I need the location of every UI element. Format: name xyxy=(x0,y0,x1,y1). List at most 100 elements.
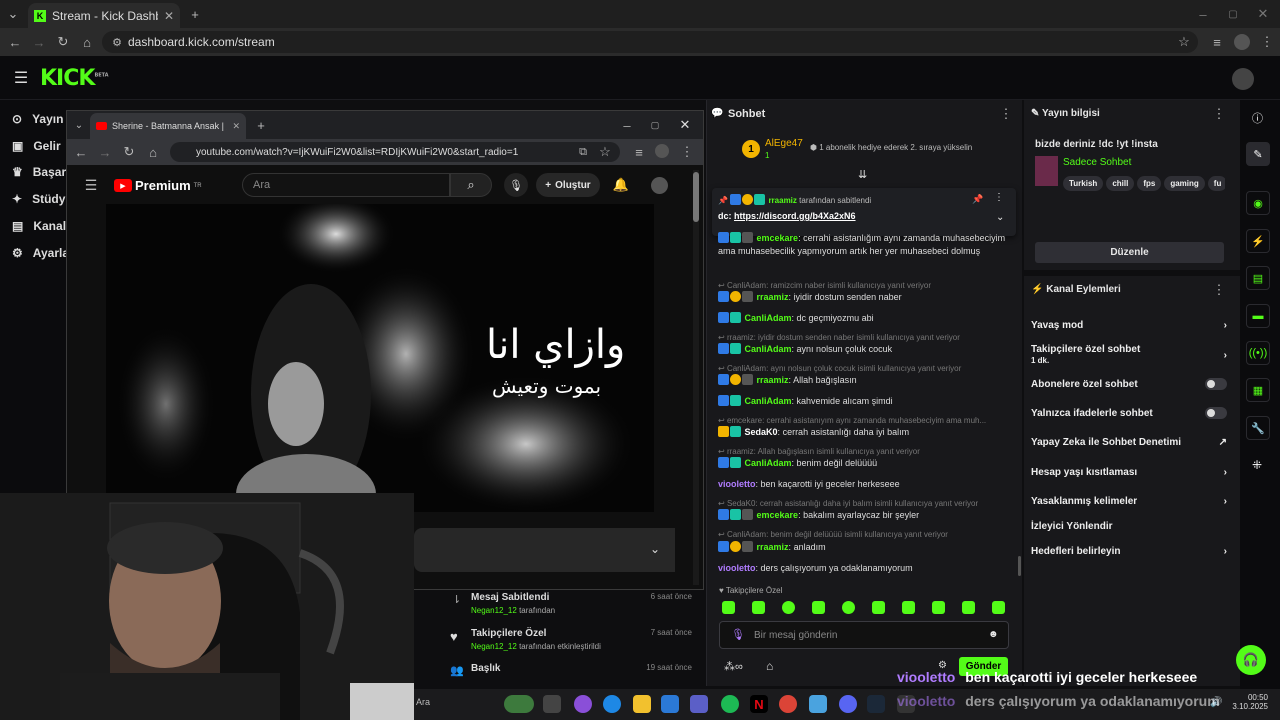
reply-context[interactable]: ↩ SedaK0: cerrah asistanlığı daha iyi ba… xyxy=(718,499,1010,508)
stream-info-options-icon[interactable]: ⋮ xyxy=(1210,105,1228,123)
tag[interactable]: fu xyxy=(1207,176,1225,191)
chat-scrollbar[interactable] xyxy=(1018,556,1021,576)
bell-icon[interactable]: 🔔 xyxy=(612,176,630,194)
camera-icon[interactable]: ◉ xyxy=(1246,191,1270,215)
action-followers-only[interactable]: Takipçilere özel sohbet 1 dk. › xyxy=(1031,343,1227,367)
close-window-icon[interactable]: ✕ xyxy=(676,116,694,134)
profile-avatar[interactable] xyxy=(655,144,669,158)
reply-context[interactable]: ↩ rraamiz: Allah bağışlasın isimli kulla… xyxy=(718,447,1010,456)
teams-icon[interactable] xyxy=(690,695,708,713)
bookmark-star-icon[interactable]: ☆ xyxy=(596,143,614,161)
kick-logo[interactable]: KICKBETA xyxy=(40,66,109,91)
tab-list-icon[interactable]: ⌄ xyxy=(4,5,22,23)
youtube-premium-logo[interactable]: ▶ Premium TR xyxy=(114,178,202,193)
emote[interactable] xyxy=(812,601,825,614)
youtube-scrollbar[interactable] xyxy=(693,170,699,585)
search-icon[interactable]: ⌕ xyxy=(450,173,492,197)
emoji-picker-icon[interactable]: ☻ xyxy=(988,629,999,640)
emote[interactable] xyxy=(962,601,975,614)
hamburger-menu-icon[interactable]: ☰ xyxy=(12,69,30,87)
reload-icon[interactable]: ↻ xyxy=(120,143,138,161)
tag[interactable]: fps xyxy=(1137,176,1162,191)
address-bar[interactable]: dashboard.kick.com/stream xyxy=(102,31,1198,53)
edit-stream-info-button[interactable]: Düzenle xyxy=(1035,242,1224,263)
document-icon[interactable]: ▤ xyxy=(1246,266,1270,290)
chat-message[interactable]: rraamiz: Allah bağışlasın xyxy=(718,374,1010,387)
settings-icon[interactable] xyxy=(809,695,827,713)
youtube-search-input[interactable]: Ara xyxy=(242,173,450,197)
subscribers-only-toggle[interactable] xyxy=(1205,378,1227,390)
chat-input[interactable]: Bir mesaj gönderin xyxy=(719,621,1009,649)
tag[interactable]: gaming xyxy=(1164,176,1205,191)
discord-icon[interactable] xyxy=(839,695,857,713)
edit-layout-icon[interactable]: ✎ xyxy=(1246,142,1270,166)
action-goals[interactable]: Hedefleri belirleyin › xyxy=(1031,544,1227,558)
sub-gift-leader-name[interactable]: AlEge47 xyxy=(765,138,803,149)
chevron-down-icon[interactable]: ⌄ xyxy=(650,542,660,556)
wrench-icon[interactable]: 🔧 xyxy=(1246,416,1270,440)
minimize-icon[interactable]: – xyxy=(618,116,636,134)
video-description-box[interactable]: ⌄ xyxy=(414,528,675,572)
media-control-icon[interactable]: ≡ xyxy=(1208,33,1226,51)
create-button[interactable]: + Oluştur xyxy=(536,173,600,197)
install-app-icon[interactable]: ⧉ xyxy=(574,143,592,161)
reply-context[interactable]: ↩ emcekare: cerrahi asistanıyım aynı zam… xyxy=(718,416,1010,425)
emote[interactable] xyxy=(752,601,765,614)
microphone-icon[interactable]: 🎙 xyxy=(731,628,745,641)
store-icon[interactable]: ⌂ xyxy=(766,659,773,673)
close-window-icon[interactable]: ✕ xyxy=(1254,5,1272,23)
new-tab-icon[interactable]: + xyxy=(252,116,270,134)
netflix-icon[interactable]: N xyxy=(750,695,768,713)
notification-item[interactable]: 👥 Başlık 19 saat önce xyxy=(440,661,702,687)
discord-link[interactable]: https://discord.gg/b4Xa2xN6 xyxy=(734,211,856,221)
steam-icon[interactable] xyxy=(867,695,885,713)
emote[interactable] xyxy=(992,601,1005,614)
forward-icon[interactable]: → xyxy=(30,33,48,51)
minimize-icon[interactable]: – xyxy=(1194,5,1212,23)
action-account-age[interactable]: Hesap yaşı kısıtlaması › xyxy=(1031,465,1227,479)
chat-message[interactable]: emcekare: cerrahi asistanlığım aynı zama… xyxy=(718,232,1010,258)
chevron-down-icon[interactable]: ⌄ xyxy=(996,212,1004,223)
action-emotes-only[interactable]: Yalnızca ifadelerle sohbet xyxy=(1031,406,1227,420)
emote[interactable] xyxy=(782,601,795,614)
pinned-message[interactable]: 📌 rraamiz tarafından sabitlendi dc: http… xyxy=(712,188,1016,236)
nav-item-achievements[interactable]: ♛ Başarı xyxy=(12,162,69,182)
chat-message[interactable]: rraamiz: iyidir dostum senden naber xyxy=(718,291,1010,304)
file-explorer-icon[interactable] xyxy=(633,695,651,713)
emotes-only-toggle[interactable] xyxy=(1205,407,1227,419)
tag[interactable]: Turkish xyxy=(1063,176,1104,191)
widget-icon[interactable] xyxy=(504,695,534,713)
chat-message[interactable]: viooletto: ben kaçarotti iyi geceler her… xyxy=(718,478,1010,491)
nav-item-settings[interactable]: ⚙ Ayarla xyxy=(12,243,69,263)
media-control-icon[interactable]: ≡ xyxy=(630,143,648,161)
reply-context[interactable]: ↩ CanliAdam: ramizcim naber isimli kulla… xyxy=(718,281,1010,290)
chat-icon[interactable]: ▬ xyxy=(1246,304,1270,328)
action-slow-mode[interactable]: Yavaş mod › xyxy=(1031,318,1227,332)
layout-icon[interactable]: ▦ xyxy=(1246,378,1270,402)
collapse-icon[interactable]: ⇊ xyxy=(858,168,867,181)
browser-tab[interactable]: K Stream - Kick Dashboard ✕ xyxy=(28,3,180,28)
tag[interactable]: chill xyxy=(1106,176,1135,191)
home-icon[interactable]: ⌂ xyxy=(78,33,96,51)
chat-message[interactable]: CanliAdam: kahvemide alıcam şimdi xyxy=(718,395,1010,408)
chat-message[interactable]: emcekare: bakalım ayarlaycaz bir şeyler xyxy=(718,509,1010,522)
nav-item-income[interactable]: ▣ Gelir xyxy=(12,136,61,156)
support-icon[interactable]: 🎧 xyxy=(1236,645,1266,675)
category-thumbnail[interactable] xyxy=(1035,156,1058,186)
tab-list-icon[interactable]: ⌄ xyxy=(70,116,88,134)
reply-context[interactable]: ↩ rraamiz: iyidir dostum senden naber is… xyxy=(718,333,1010,342)
youtube-menu-icon[interactable]: ☰ xyxy=(82,176,100,194)
task-view-icon[interactable] xyxy=(543,695,561,713)
info-icon[interactable]: ⓘ xyxy=(1252,110,1263,126)
nav-item-studio[interactable]: ✦ Stüdy xyxy=(12,189,65,209)
home-icon[interactable]: ⌂ xyxy=(144,143,162,161)
emote[interactable] xyxy=(842,601,855,614)
chrome-icon[interactable] xyxy=(779,695,797,713)
menu-kebab-icon[interactable]: ⋮ xyxy=(1258,33,1276,51)
user-avatar[interactable] xyxy=(1232,68,1254,90)
broadcast-icon[interactable]: ((•)) xyxy=(1246,341,1270,365)
channel-actions-options-icon[interactable]: ⋮ xyxy=(1210,281,1228,299)
close-tab-icon[interactable]: ✕ xyxy=(164,9,174,23)
youtube-tab[interactable]: Sherine - Batmanna Ansak | ش... ✕ xyxy=(90,113,246,139)
bookmark-star-icon[interactable]: ☆ xyxy=(1175,33,1193,51)
